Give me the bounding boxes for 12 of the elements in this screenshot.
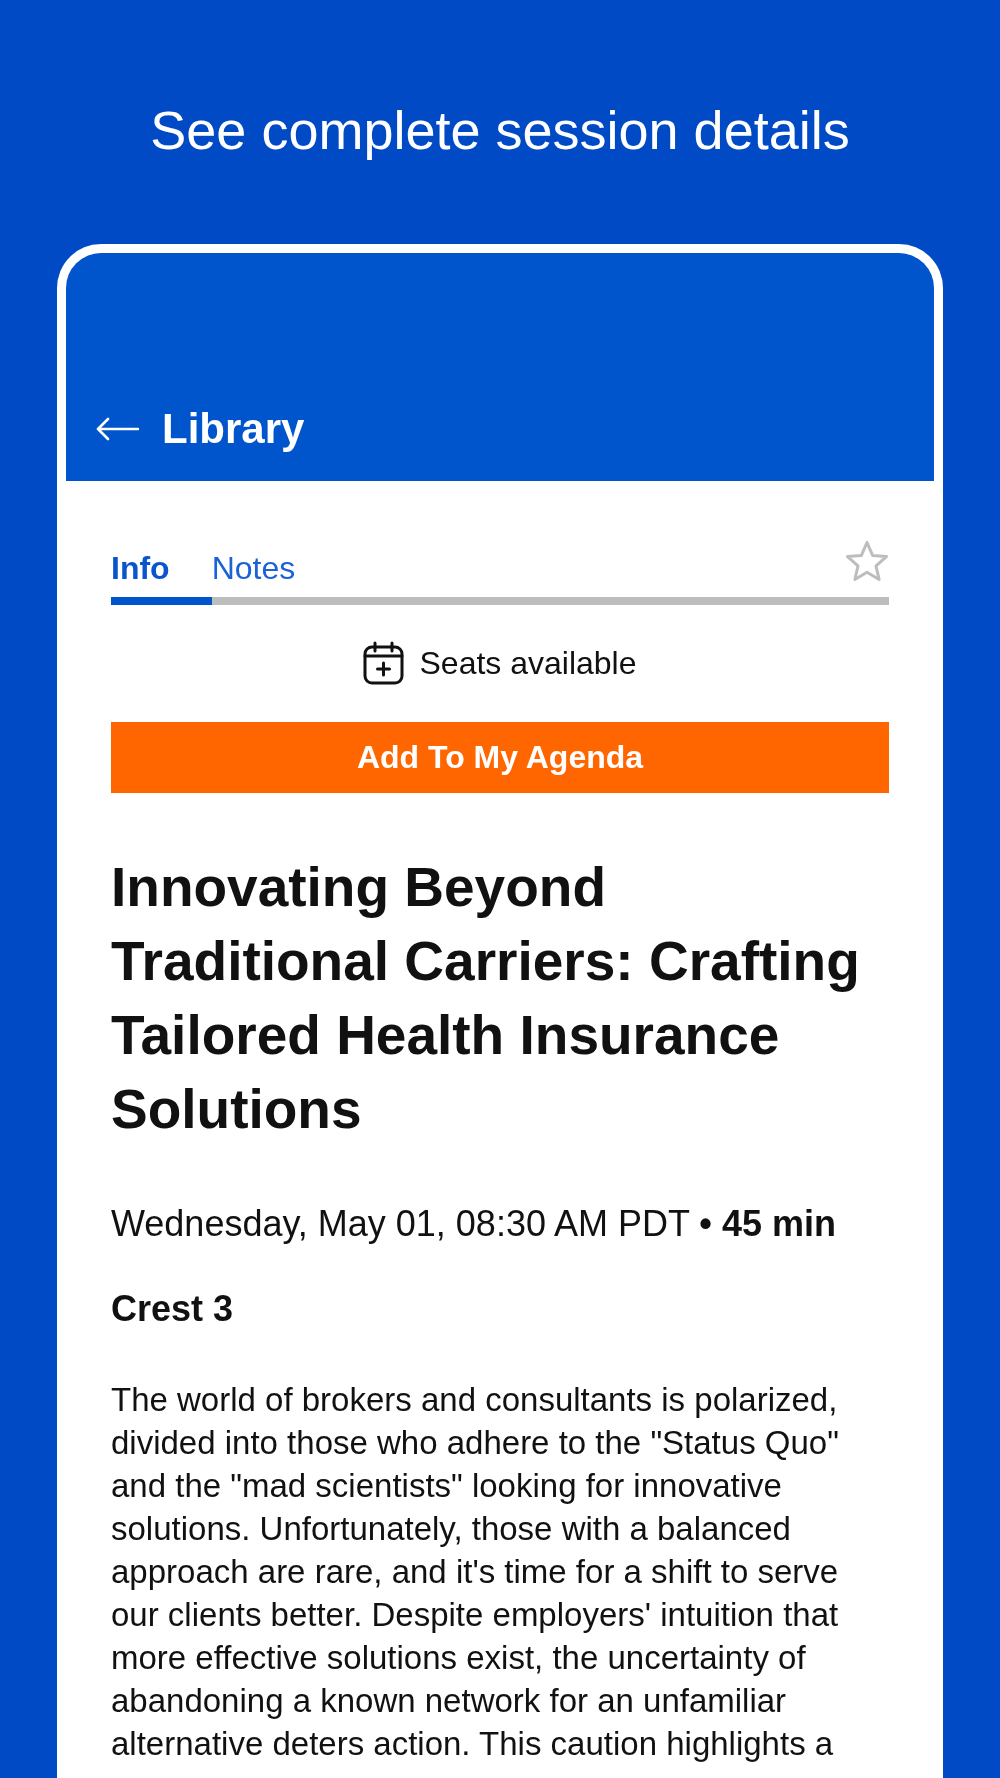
- star-icon[interactable]: [845, 540, 889, 584]
- tab[interactable]: Info: [111, 548, 212, 605]
- tab[interactable]: Notes: [211, 548, 338, 605]
- session-location: Crest 3: [111, 1287, 235, 1331]
- back-button[interactable]: Library: [96, 403, 305, 455]
- session-title: Innovating Beyond Traditional Carriers: Crafting Tailored Health Insurance Solutions: [111, 855, 861, 1142]
- session-description: The world of brokers and consultants is polarized, divided into those who adhere to the "Status Quo" and the "mad scientists" looking for innovative solutions. Unfortunately, those with a balanced approach are rare, and it's time for a shift to serve our clients better. Despite employers' intuition that more effective solutions exist, the uncertainty of abandoning a known network for an unfamiliar alternative deters action. This caution highlights a: [111, 1380, 840, 1764]
- session-datetime: Wednesday, May 01, 08:30 AM PDT • 45 min: [111, 1202, 837, 1246]
- arrow-left-icon: [96, 417, 139, 441]
- page-heading: See complete session details: [150, 99, 850, 162]
- seats-status: Seats available: [419, 644, 637, 683]
- calendar-plus-icon: [363, 641, 405, 685]
